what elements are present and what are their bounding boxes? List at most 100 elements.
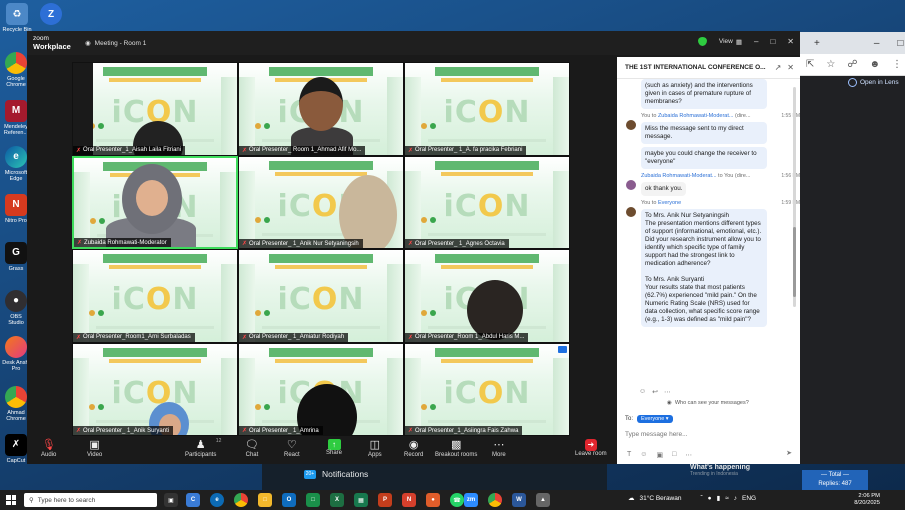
breakout-rooms-button[interactable]: ▩ Breakout rooms	[435, 439, 477, 458]
avatar[interactable]	[626, 120, 636, 130]
close-button[interactable]: ✕	[787, 37, 794, 46]
chrome-icon[interactable]	[234, 493, 248, 507]
zoom-icon[interactable]: zm	[464, 493, 478, 507]
leave-room-button[interactable]: ➜ Leave room	[575, 439, 607, 457]
app-icon[interactable]: ▦	[354, 493, 368, 507]
restore-button[interactable]: □	[897, 38, 903, 49]
participant-tile[interactable]: iCON ✗ Oral Presenter_ 1_Agnes Octavia	[404, 155, 570, 249]
star-icon[interactable]: ☆	[826, 59, 835, 70]
participant-tile[interactable]: iCON ✗ Oral Presenter_ 1_Anik Suryanti	[72, 342, 238, 436]
participant-tile[interactable]: iCON✗Oral Presenter_Room 1_Abdul Haris M…	[404, 249, 570, 343]
file-icon[interactable]: □	[672, 451, 676, 459]
chevron-up-icon[interactable]: ˆ	[700, 495, 702, 502]
participant-tile[interactable]: iCON ✗ Oral Presenter_ 1_Amiatur Rodiyah	[238, 249, 404, 343]
shield-icon[interactable]	[697, 37, 707, 46]
message-bubble[interactable]: ok thank you.	[641, 182, 687, 196]
view-button[interactable]: View ▦	[719, 38, 742, 46]
chrome-icon[interactable]	[488, 493, 502, 507]
recycle-bin-shortcut[interactable]: ♻ Recycle Bin	[2, 3, 32, 33]
clock[interactable]: 2:06 PM 8/20/2025	[848, 493, 880, 507]
language-indicator[interactable]: ENG	[742, 495, 756, 502]
weather-label[interactable]: 31°C Berawan	[640, 495, 682, 502]
edge-icon[interactable]: e	[210, 493, 224, 507]
react-button[interactable]: ♡ React	[284, 439, 300, 458]
chat-button[interactable]: 🗨 Chat	[245, 439, 259, 458]
notifications-item[interactable]: 20+ Notifications	[304, 469, 368, 479]
format-text-icon[interactable]: T	[627, 451, 631, 459]
wifi-icon[interactable]: ≈	[725, 495, 729, 502]
participant-tile[interactable]: iCON ✗ Oral Presenter_1_Asiingra Fais Zahw…	[404, 342, 570, 436]
open-in-lens-button[interactable]: Open in Lens	[848, 78, 899, 87]
desktop-shortcut-obs[interactable]: ● OBS Studio	[2, 290, 30, 326]
popout-icon[interactable]: ↗	[775, 63, 782, 72]
who-can-see-link[interactable]: ◉ Who can see your messages?	[667, 400, 749, 406]
maximize-button[interactable]: □	[770, 37, 775, 46]
desktop-shortcut-nitro[interactable]: N Nitro Pro	[2, 194, 30, 224]
participant-tile[interactable]: iCON ✗ Oral Presenter_ 1_A. fa pracika Feb…	[404, 62, 570, 156]
apps-button[interactable]: ◫ Apps	[368, 439, 382, 458]
app-icon[interactable]: ●	[708, 495, 712, 502]
minimize-button[interactable]: –	[754, 37, 758, 46]
participant-tile[interactable]: iCON✗Oral Presenter_ Room 1_Ahmad Afif M…	[238, 62, 404, 156]
app-icon[interactable]: ●	[426, 493, 440, 507]
desktop-shortcut-grass[interactable]: G Grass	[2, 242, 30, 272]
participant-tile[interactable]: iCON✗Oral Presenter_ 1_Anik Nur Setyanin…	[238, 155, 404, 249]
avatar[interactable]	[626, 180, 636, 190]
record-button[interactable]: ◉ Record	[404, 439, 423, 458]
whatsapp-icon[interactable]: ☎	[450, 493, 464, 507]
extension-icon[interactable]: ☍	[847, 59, 857, 70]
chat-scrollbar[interactable]	[793, 87, 796, 307]
sender-name[interactable]: Zubaida Rohmawati-Moderat...	[658, 113, 734, 119]
sender-name[interactable]: Everyone	[658, 200, 681, 206]
task-view-icon[interactable]: ▣	[164, 493, 178, 507]
app-icon[interactable]: □	[306, 493, 320, 507]
minimize-button[interactable]: –	[874, 38, 880, 49]
new-tab-button[interactable]: +	[814, 38, 820, 49]
copilot-icon[interactable]: C	[186, 493, 200, 507]
excel-icon[interactable]: X	[330, 493, 344, 507]
desktop-shortcut-capcut[interactable]: ✗ CapCut	[2, 434, 30, 464]
profile-icon[interactable]: ☻	[870, 59, 881, 70]
word-icon[interactable]: W	[512, 493, 526, 507]
message-bubble[interactable]: Miss the message sent to my direct messa…	[641, 122, 767, 144]
start-button[interactable]	[6, 495, 16, 505]
nitro-icon[interactable]: N	[402, 493, 416, 507]
desktop-shortcut-chrome-2[interactable]: Ahmad Chrome	[2, 386, 30, 422]
audio-button[interactable]: 🎙 Audio	[41, 439, 56, 458]
desktop-shortcut-mendeley[interactable]: M Mendeley Referen...	[2, 100, 30, 136]
battery-icon[interactable]: ▮	[717, 494, 721, 502]
message-bubble[interactable]: To Mrs. Anik Nur Setyaningsih The presen…	[641, 209, 767, 327]
send-icon[interactable]: ➤	[786, 449, 792, 457]
outlook-icon[interactable]: O	[282, 493, 296, 507]
participant-tile[interactable]: iCON✗Oral Presenter_ 1_Amrina	[238, 342, 404, 436]
recipient-select[interactable]: Everyone ▾	[637, 415, 673, 423]
desktop-shortcut-chrome[interactable]: Google Chrome	[2, 52, 30, 88]
volume-icon[interactable]: ♪	[734, 495, 737, 502]
reply-icon[interactable]: ↩	[652, 388, 658, 396]
emoji-icon[interactable]: ☺	[640, 451, 647, 459]
participant-tile[interactable]: iCON ✗ Oral Presenter_Room1_Arni Surbalada…	[72, 249, 238, 343]
participant-tile[interactable]: iCON ✗ Oral Presenter_1_Aisah Laila Fitria…	[72, 62, 238, 156]
message-bubble[interactable]: maybe you could change the receiver to "…	[641, 147, 767, 169]
message-bubble[interactable]: (such as anxiety) and the interventions …	[641, 79, 767, 109]
participants-button[interactable]: ♟ 12 Participants	[185, 438, 221, 458]
weather-icon[interactable]: ☁	[628, 494, 635, 502]
sender-name[interactable]: Zubaida Rohmawati-Moderat...	[641, 173, 717, 179]
more-button[interactable]: ⋯ More	[492, 439, 506, 458]
emoji-react-icon[interactable]: ☺	[639, 388, 646, 396]
desktop-shortcut-edge[interactable]: e Microsoft Edge	[2, 146, 30, 182]
video-button[interactable]: ▣ Video	[87, 439, 102, 458]
more-icon[interactable]: ⋯	[685, 451, 692, 459]
message-input[interactable]	[625, 431, 791, 438]
close-icon[interactable]: ✕	[787, 63, 794, 72]
powerpoint-icon[interactable]: P	[378, 493, 392, 507]
participant-tile[interactable]: iCON✗Zubaida Rohmawati-Moderator	[72, 155, 238, 249]
folder-icon[interactable]: □	[258, 493, 272, 507]
more-icon[interactable]: ⋯	[664, 388, 671, 396]
avatar[interactable]	[626, 207, 636, 217]
menu-icon[interactable]: ⋮	[892, 59, 902, 70]
share-icon[interactable]: ⇱	[806, 59, 814, 70]
desktop-shortcut-desk[interactable]: Desk Anshi Pro	[2, 336, 30, 372]
top-shortcut[interactable]: Z	[36, 3, 66, 27]
screenshot-icon[interactable]: ▣	[656, 451, 663, 459]
